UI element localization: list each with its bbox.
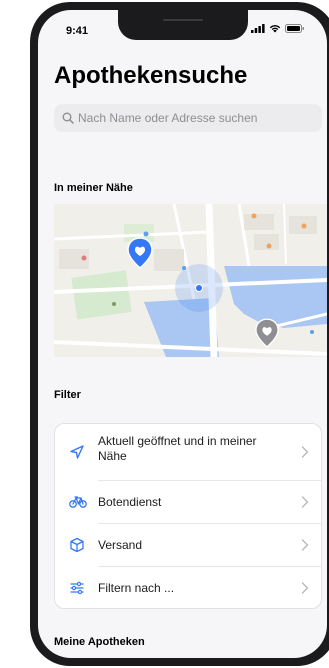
page-title: Apothekensuche	[54, 62, 248, 89]
status-time: 9:41	[66, 25, 89, 37]
map-canvas	[54, 204, 327, 357]
search-input[interactable]	[78, 111, 318, 125]
filter-item-open-nearby[interactable]: Aktuell geöffnet und in meiner Nähe	[55, 424, 321, 480]
pharmacy-pin-gray-icon[interactable]	[255, 318, 279, 348]
sliders-icon	[70, 581, 84, 595]
filter-section-title: Filter	[54, 389, 81, 401]
filter-item-label: Botendienst	[98, 495, 162, 509]
notch	[118, 10, 248, 40]
chevron-right-icon	[301, 496, 309, 508]
filter-item-shipping[interactable]: Versand	[55, 524, 321, 566]
chevron-right-icon	[301, 539, 309, 551]
filter-item-filter-by[interactable]: Filtern nach ...	[55, 567, 321, 609]
filter-list: Aktuell geöffnet und in meiner Nähe Bote…	[54, 423, 322, 609]
status-icons	[251, 24, 305, 33]
page: 9:41 Apothekensuche Nach Name oder Adres…	[0, 0, 329, 668]
chevron-right-icon	[301, 446, 309, 458]
phone-frame: 9:41 Apothekensuche Nach Name oder Adres…	[30, 2, 329, 666]
filter-item-label: Versand	[98, 538, 143, 552]
package-icon	[70, 537, 84, 553]
filter-item-label: Aktuell geöffnet und in meiner Nähe	[98, 434, 257, 463]
location-arrow-icon	[70, 445, 84, 459]
battery-icon	[285, 24, 304, 33]
app-screen: 9:41 Apothekensuche Nach Name oder Adres…	[38, 10, 327, 658]
speaker-grille	[163, 19, 203, 21]
signal-icon	[251, 24, 265, 33]
wifi-icon	[269, 25, 281, 33]
nearby-map[interactable]	[54, 204, 327, 357]
filter-item-label: Filtern nach ...	[98, 581, 175, 595]
pharmacy-pin-icon[interactable]	[127, 237, 153, 269]
bicycle-icon	[69, 496, 87, 508]
search-bar[interactable]	[54, 104, 322, 132]
chevron-right-icon	[301, 582, 309, 594]
search-icon	[62, 112, 74, 124]
filter-item-delivery[interactable]: Botendienst	[55, 481, 321, 523]
my-pharmacies-section-title: Meine Apotheken	[54, 636, 145, 648]
nearby-section-title: In meiner Nähe	[54, 182, 133, 194]
